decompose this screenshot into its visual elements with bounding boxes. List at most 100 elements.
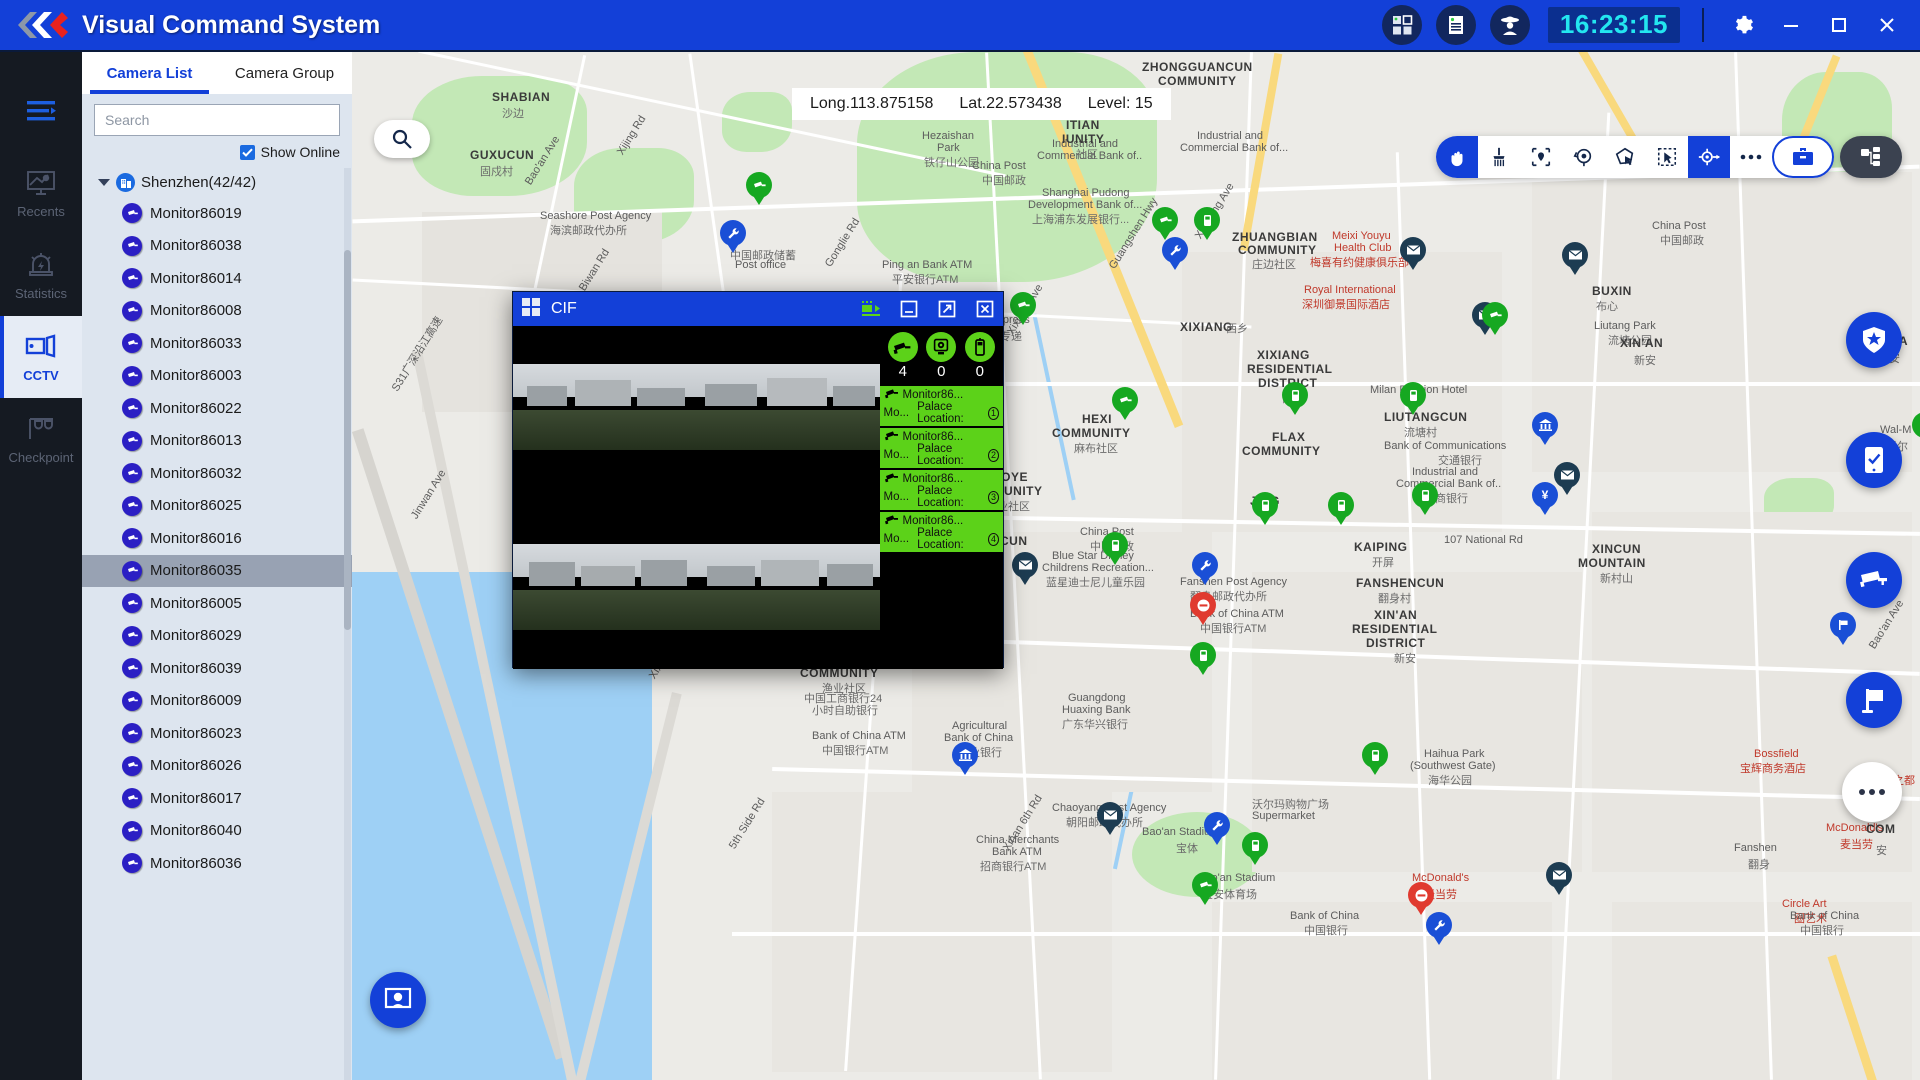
map-pin-cam[interactable] [1152,207,1178,241]
video-device-item[interactable]: Monitor86... Mo... Palace Location: 3 [879,470,1003,512]
police-shield-fab[interactable] [1846,312,1902,368]
minimize-button[interactable] [1774,8,1808,42]
more-fab[interactable] [1842,762,1902,822]
map-pin-stop[interactable] [1190,592,1216,626]
camera-list-item[interactable]: Monitor86008 [82,295,352,328]
sidebar-item-menu[interactable] [0,70,82,152]
video-tile[interactable] [513,364,697,450]
tab-camera-list[interactable]: Camera List [82,52,217,94]
place-marker-tool[interactable] [1520,136,1562,178]
camera-list-item[interactable]: Monitor86032 [82,457,352,490]
map-pin-cam[interactable] [1112,387,1138,421]
map-pin-radio[interactable] [1190,642,1216,676]
map-pin-cam[interactable] [1010,292,1036,326]
show-online-row[interactable]: Show Online [82,142,352,168]
layer-tree-button[interactable] [1840,136,1902,178]
camera-list-item[interactable]: Monitor86026 [82,750,352,783]
dashboard-grid-icon[interactable] [1381,5,1422,45]
map-pin-mail[interactable] [1012,552,1038,586]
map-search-button[interactable] [374,120,430,158]
map-pin-wrench[interactable] [1192,552,1218,586]
video-tile[interactable] [513,544,697,630]
video-tile[interactable] [697,364,881,450]
map-pin-yen[interactable]: ¥ [1532,482,1558,516]
camera-list-item[interactable]: Monitor86039 [82,652,352,685]
map-pin-bank[interactable] [1532,412,1558,446]
camera-list-item[interactable]: Monitor86005 [82,587,352,620]
map-pin-flag[interactable] [1830,612,1856,646]
camera-list-item[interactable]: Monitor86025 [82,490,352,523]
camera-list-item[interactable]: Monitor86033 [82,327,352,360]
camera-list-item[interactable]: Monitor86035 [82,554,352,587]
map-pin-wrench[interactable] [1204,812,1230,846]
camera-list-item[interactable]: Monitor86003 [82,360,352,393]
camera-fab[interactable] [1846,552,1902,608]
camera-list-item[interactable]: Monitor86017 [82,782,352,815]
clear-broom-tool[interactable] [1478,136,1520,178]
show-online-checkbox[interactable] [239,144,255,160]
gear-icon[interactable] [1726,8,1760,42]
camera-list-item[interactable]: Monitor86014 [82,262,352,295]
crosshair-locate-tool[interactable] [1688,136,1730,178]
map-pin-cam[interactable] [1192,872,1218,906]
camera-list-item[interactable]: Monitor86038 [82,230,352,263]
mobile-checklist-fab[interactable] [1846,432,1902,488]
camera-list-item[interactable]: Monitor86022 [82,392,352,425]
close-icon[interactable] [971,295,999,323]
map-pin-cam[interactable] [746,172,772,206]
map-pin-radio[interactable] [1102,532,1128,566]
pan-hand-tool[interactable] [1436,136,1478,178]
map-pin-radio[interactable] [1242,832,1268,866]
video-dialog[interactable]: CIF 4 0 0 Monitor86... Mo... Palace Loca… [512,291,1004,669]
polygon-select-tool[interactable] [1604,136,1646,178]
map-pin-mail[interactable] [1546,862,1572,896]
video-tile[interactable] [697,544,881,630]
camera-list-item[interactable]: Monitor86023 [82,717,352,750]
video-device-item[interactable]: Monitor86... Mo... Palace Location: 1 [879,386,1003,428]
camera-list-item[interactable]: Monitor86009 [82,685,352,718]
rectangle-select-tool[interactable] [1646,136,1688,178]
camera-list-item[interactable]: Monitor86029 [82,620,352,653]
tree-root-shenzhen[interactable]: Shenzhen(42/42) [82,168,352,197]
video-device-item[interactable]: Monitor86... Mo... Palace Location: 4 [879,512,1003,554]
report-document-icon[interactable] [1435,5,1476,45]
video-device-item[interactable]: Monitor86... Mo... Palace Location: 2 [879,428,1003,470]
camera-list-item[interactable]: Monitor86019 [82,197,352,230]
map-pin-stop[interactable] [1408,882,1434,916]
map-pin-bank[interactable] [952,742,978,776]
camera-list-item[interactable]: Monitor86040 [82,815,352,848]
more-options-tool[interactable] [1730,136,1772,178]
panel-scrollbar[interactable] [344,168,351,1080]
map-pin-wrench[interactable] [720,220,746,254]
map-pin-wrench[interactable] [1426,912,1452,946]
scrollbar-thumb[interactable] [344,250,351,630]
police-officer-icon[interactable] [1489,5,1530,45]
sidebar-item-statistics[interactable]: Statistics [0,234,82,316]
tab-camera-group[interactable]: Camera Group [217,52,352,94]
search-input[interactable] [94,104,340,136]
sidebar-item-checkpoint[interactable]: Checkpoint [0,398,82,480]
toolbox-tool[interactable] [1772,136,1834,178]
map-pin-radio[interactable] [1282,382,1308,416]
camera-list-item[interactable]: Monitor86016 [82,522,352,555]
minimize-icon[interactable] [895,295,923,323]
panel-toggle-icon[interactable] [857,295,885,323]
sidebar-item-recents[interactable]: Recents [0,152,82,234]
map-pin-mail[interactable] [1562,242,1588,276]
map-pin-radio[interactable] [1252,492,1278,526]
expand-icon[interactable] [933,295,961,323]
video-monitor-fab[interactable] [370,972,426,1028]
camera-list-item[interactable]: Monitor86013 [82,425,352,458]
layout-grid-icon[interactable] [521,297,541,322]
map-pin-wrench[interactable] [1162,237,1188,271]
map-pin-cam[interactable] [1482,302,1508,336]
flag-fab[interactable] [1846,672,1902,728]
map-pin-radio[interactable] [1328,492,1354,526]
map-pin-radio[interactable] [1194,207,1220,241]
map-pin-mail[interactable] [1097,802,1123,836]
camera-list-item[interactable]: Monitor86036 [82,847,352,880]
close-button[interactable] [1870,8,1904,42]
map-pin-mail[interactable] [1400,237,1426,271]
maximize-button[interactable] [1822,8,1856,42]
map-pin-radio[interactable] [1912,412,1920,446]
